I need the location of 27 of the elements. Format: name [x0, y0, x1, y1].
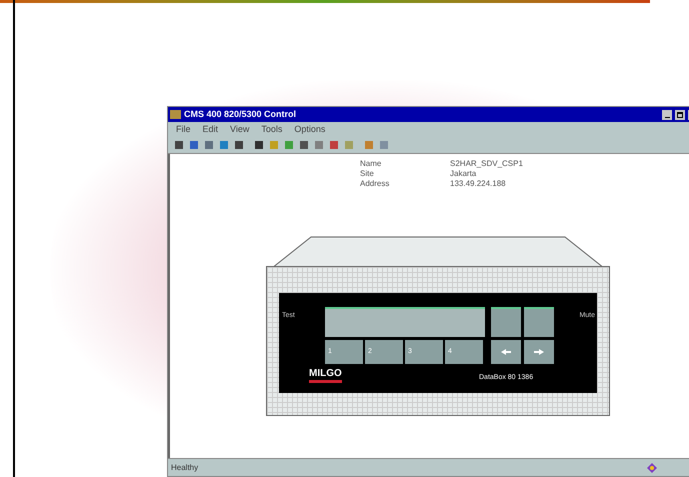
menu-item[interactable]: Tools — [261, 125, 282, 134]
menu-item[interactable]: Edit — [202, 125, 218, 134]
field-label: Address — [360, 179, 390, 189]
brand-logo: MILGO — [309, 369, 342, 383]
right-arrow-key[interactable] — [524, 340, 554, 364]
toolbar-button[interactable] — [172, 138, 186, 152]
menu-item[interactable]: File — [176, 125, 191, 134]
toolbar-button[interactable] — [252, 138, 266, 152]
menu-item[interactable]: Options — [294, 125, 326, 134]
arrow-left-icon — [501, 349, 511, 355]
field-label: Name — [360, 159, 382, 169]
toolbar-button[interactable] — [232, 138, 246, 152]
left-arrow-key[interactable] — [491, 340, 521, 364]
menu-item[interactable]: View — [230, 125, 250, 134]
window-title: CMS 400 820/5300 Control — [184, 110, 296, 119]
status-icon — [647, 462, 657, 472]
maximize-button[interactable] — [675, 110, 685, 120]
arrow-right-icon — [534, 349, 544, 355]
field-value: Jakarta — [450, 169, 478, 179]
field-value: 133.49.224.188 — [450, 179, 507, 189]
app-icon — [170, 110, 181, 119]
field-value: S2HAR_SDV_CSP1 — [450, 159, 523, 169]
status-text: Healthy — [171, 462, 198, 474]
toolbar-button[interactable] — [187, 138, 201, 152]
toolbar-button[interactable] — [297, 138, 311, 152]
minimize-button[interactable] — [662, 110, 672, 120]
field-label: Site — [360, 169, 375, 179]
